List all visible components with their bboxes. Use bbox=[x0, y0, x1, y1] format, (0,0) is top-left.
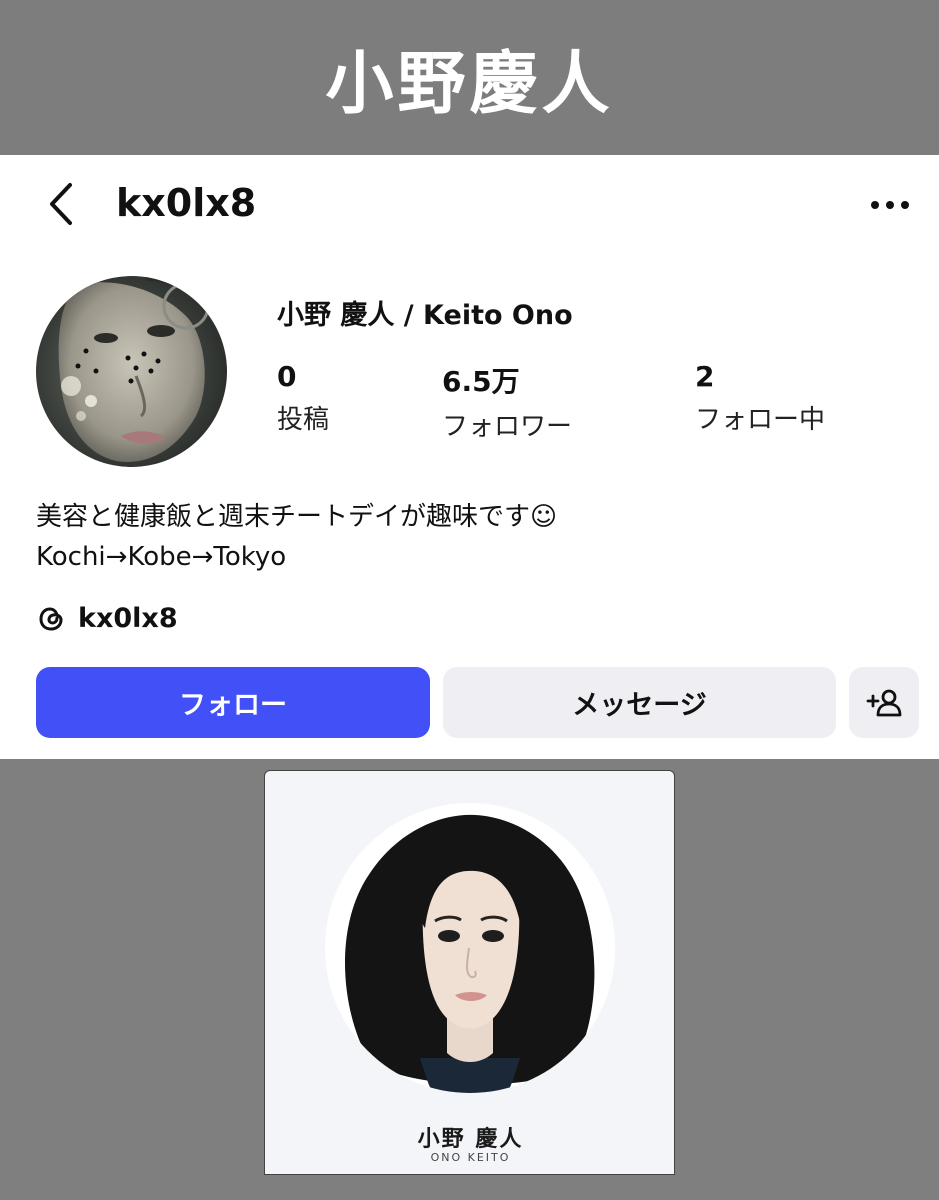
stat-following[interactable]: 2 フォロー中 bbox=[695, 360, 825, 436]
profile-card: 小野 慶人 ONO KEITO bbox=[264, 770, 675, 1175]
threads-icon bbox=[39, 606, 63, 631]
threads-handle: kx0lx8 bbox=[78, 603, 178, 634]
back-chevron-icon bbox=[50, 183, 72, 225]
stat-following-label: フォロー中 bbox=[695, 405, 826, 435]
more-options-button[interactable] bbox=[860, 185, 920, 225]
stat-following-value: 2 bbox=[695, 360, 715, 393]
profile-screen: kx0lx8 小野 慶人 / Keito Ono 0 投稿 6.5万 フォロワー… bbox=[0, 155, 939, 759]
add-person-icon bbox=[866, 689, 902, 716]
display-name: 小野 慶人 / Keito Ono bbox=[277, 300, 573, 331]
stat-posts-label: 投稿 bbox=[277, 405, 330, 435]
avatar-photo bbox=[36, 276, 227, 467]
card-name: 小野 慶人 bbox=[417, 1127, 524, 1152]
threads-link[interactable]: kx0lx8 bbox=[36, 603, 178, 634]
more-dots-icon bbox=[871, 201, 909, 209]
bio: 美容と健康飯と週末チートデイが趣味です☺ Kochi→Kobe→Tokyo bbox=[36, 497, 557, 577]
suggested-users-button[interactable] bbox=[849, 667, 919, 738]
stat-posts[interactable]: 0 投稿 bbox=[277, 360, 329, 436]
profile-username: kx0lx8 bbox=[116, 181, 257, 225]
bio-line: Kochi→Kobe→Tokyo bbox=[36, 542, 287, 572]
stat-posts-value: 0 bbox=[277, 360, 297, 393]
back-button[interactable] bbox=[36, 179, 86, 229]
message-button[interactable]: メッセージ bbox=[443, 667, 836, 738]
follow-button[interactable]: フォロー bbox=[36, 667, 430, 738]
portrait-photo bbox=[325, 803, 615, 1093]
stat-followers[interactable]: 6.5万 フォロワー bbox=[442, 360, 572, 443]
banner-title: 小野慶人 bbox=[325, 45, 614, 124]
avatar[interactable] bbox=[36, 276, 227, 467]
banner: 小野慶人 bbox=[0, 0, 939, 155]
stat-followers-value: 6.5万 bbox=[442, 365, 520, 398]
card-portrait bbox=[325, 803, 615, 1093]
bio-line: 美容と健康飯と週末チートデイが趣味です☺ bbox=[36, 502, 558, 532]
card-romaji: ONO KEITO bbox=[430, 1151, 511, 1164]
stat-followers-label: フォロワー bbox=[442, 412, 573, 442]
top-bar: kx0lx8 bbox=[0, 155, 939, 255]
